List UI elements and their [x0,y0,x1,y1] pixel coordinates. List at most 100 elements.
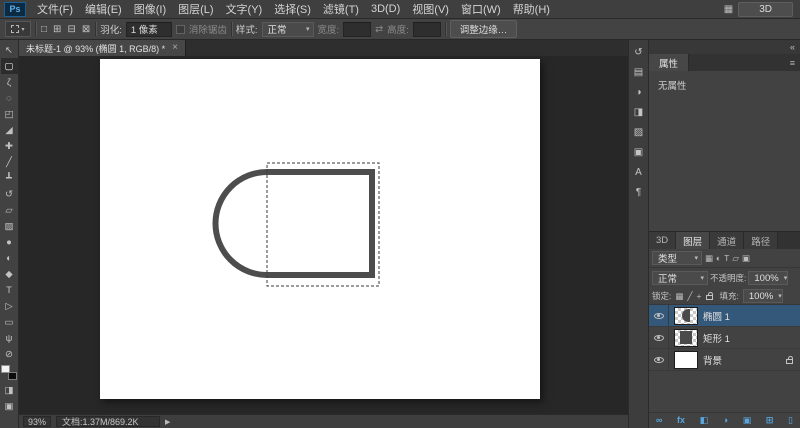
lock-pixels-icon[interactable]: ╱ [687,291,692,302]
adjustments-panel-icon[interactable]: ◑ [635,88,641,98]
brush-panel-icon[interactable]: ▨ [634,128,643,138]
height-input[interactable] [412,21,441,37]
lock-transparency-icon[interactable]: ▦ [675,291,683,302]
menu-3d[interactable]: 3D(D) [365,3,406,15]
add-selection-icon[interactable]: ⊞ [52,24,62,35]
blur-tool[interactable]: ● [1,234,18,250]
width-input[interactable] [343,21,372,37]
color-swatches-widget[interactable] [1,365,17,380]
status-options-arrow-icon[interactable]: ▶ [165,418,170,426]
selection-marquee[interactable] [266,162,380,287]
subtract-selection-icon[interactable]: ⊟ [66,24,76,35]
swap-dimensions-icon[interactable]: ⇄ [375,24,383,35]
layer-thumbnail[interactable] [674,328,698,347]
visibility-cell[interactable] [649,349,669,370]
visibility-cell[interactable] [649,305,669,326]
layer-group-icon[interactable]: ▣ [743,416,752,425]
shape-tool[interactable]: ▭ [1,314,18,330]
layer-name[interactable]: 背景 [703,353,722,367]
quick-mask-button[interactable]: ◨ [1,382,18,398]
filter-type-layers-icon[interactable]: T [724,253,729,263]
feather-input[interactable]: 1 像素 [125,21,172,37]
screen-mode-button[interactable]: ▣ [1,398,18,414]
menu-select[interactable]: 选择(S) [268,1,317,17]
pen-tool[interactable]: ◆ [1,266,18,282]
tab-properties[interactable]: 属性 [649,54,690,71]
layer-row-background[interactable]: 背景 [649,349,800,371]
eyedropper-tool[interactable]: ◢ [1,122,18,138]
background-color-swatch[interactable] [8,372,17,380]
filter-pixel-layers-icon[interactable]: ▦ [705,253,713,264]
hand-tool[interactable]: ψ [1,330,18,346]
layer-thumbnail[interactable] [674,306,698,325]
menu-view[interactable]: 视图(V) [406,1,455,17]
tab-layers[interactable]: 图层 [676,232,711,249]
new-layer-icon[interactable]: ⊞ [766,416,774,425]
document-tab[interactable]: 未标题-1 @ 93% (椭圆 1, RGB/8) * × [19,40,187,56]
menu-layer[interactable]: 图层(L) [172,1,219,17]
link-layers-icon[interactable]: ∞ [656,416,662,425]
filter-shape-layers-icon[interactable]: ▱ [732,253,739,264]
fill-select[interactable]: 100% [742,289,783,303]
blend-mode-select[interactable]: 正常 [652,271,708,285]
gradient-tool[interactable]: ▨ [1,218,18,234]
history-panel-icon[interactable]: ↺ [634,48,642,58]
layer-mask-icon[interactable]: ◧ [700,416,709,425]
canvas[interactable] [100,59,540,399]
layer-effects-icon[interactable]: fx [677,416,685,425]
workspace-switcher-button[interactable]: 3D [738,1,793,17]
collapse-panels-icon[interactable]: « [790,42,795,52]
filter-smart-objects-icon[interactable]: ▣ [742,253,750,264]
path-selection-tool[interactable]: ▷ [1,298,18,314]
healing-brush-tool[interactable]: ✚ [1,138,18,154]
layer-thumbnail[interactable] [674,350,698,369]
lock-position-icon[interactable]: + [697,291,702,301]
tool-preset-picker[interactable]: ▾ [5,21,31,37]
layer-row-ellipse[interactable]: 椭圆 1 [649,305,800,327]
layer-row-rectangle[interactable]: 矩形 1 [649,327,800,349]
menu-help[interactable]: 帮助(H) [507,1,556,17]
eye-icon[interactable] [653,334,664,341]
history-brush-tool[interactable]: ↺ [1,186,18,202]
menu-image[interactable]: 图像(I) [128,1,172,17]
brush-tool[interactable]: ╱ [1,154,18,170]
new-selection-icon[interactable]: □ [40,24,48,35]
crop-tool[interactable]: ◰ [1,106,18,122]
opacity-select[interactable]: 100% [748,271,789,285]
tab-paths[interactable]: 路径 [744,232,779,249]
adjustment-layer-icon[interactable]: ◑ [723,416,728,425]
clone-stamp-tool[interactable]: ┻ [1,170,18,186]
menu-window[interactable]: 窗口(W) [455,1,507,17]
lock-all-icon[interactable] [705,292,713,300]
style-select[interactable]: 正常 [261,21,314,37]
swatches-panel-icon[interactable]: ▤ [634,68,643,78]
layer-name[interactable]: 矩形 1 [703,331,730,345]
eye-icon[interactable] [653,356,664,363]
refine-edge-button[interactable]: 调整边缘… [449,20,518,38]
workspace-grid-icon[interactable]: ▦ [724,4,733,15]
styles-panel-icon[interactable]: ◨ [634,108,643,118]
menu-filter[interactable]: 滤镜(T) [317,1,365,17]
type-tool[interactable]: T [1,282,18,298]
tab-channels[interactable]: 通道 [710,232,745,249]
intersect-selection-icon[interactable]: ⊠ [81,24,91,35]
filter-type-select[interactable]: 类型 [652,251,702,265]
quick-selection-tool[interactable]: ◌ [1,90,18,106]
lasso-tool[interactable]: ζ [1,74,18,90]
antialias-checkbox[interactable] [175,24,185,34]
delete-layer-icon[interactable]: ▯ [788,416,793,425]
zoom-tool[interactable]: ⊘ [1,346,18,362]
menu-type[interactable]: 文字(Y) [220,1,269,17]
character-panel-icon[interactable]: A [635,168,642,178]
eraser-tool[interactable]: ▱ [1,202,18,218]
dodge-tool[interactable]: ◐ [1,250,18,266]
tab-3d[interactable]: 3D [649,232,677,249]
filter-adjustment-layers-icon[interactable]: ◐ [716,253,721,263]
panel-menu-icon[interactable]: ≡ [790,58,800,71]
paragraph-panel-icon[interactable]: ¶ [636,188,641,198]
move-tool[interactable]: ↖ [1,42,18,58]
clone-source-panel-icon[interactable]: ▣ [634,148,643,158]
foreground-color-swatch[interactable] [1,365,10,373]
eye-icon[interactable] [653,312,664,319]
layer-name[interactable]: 椭圆 1 [703,309,730,323]
